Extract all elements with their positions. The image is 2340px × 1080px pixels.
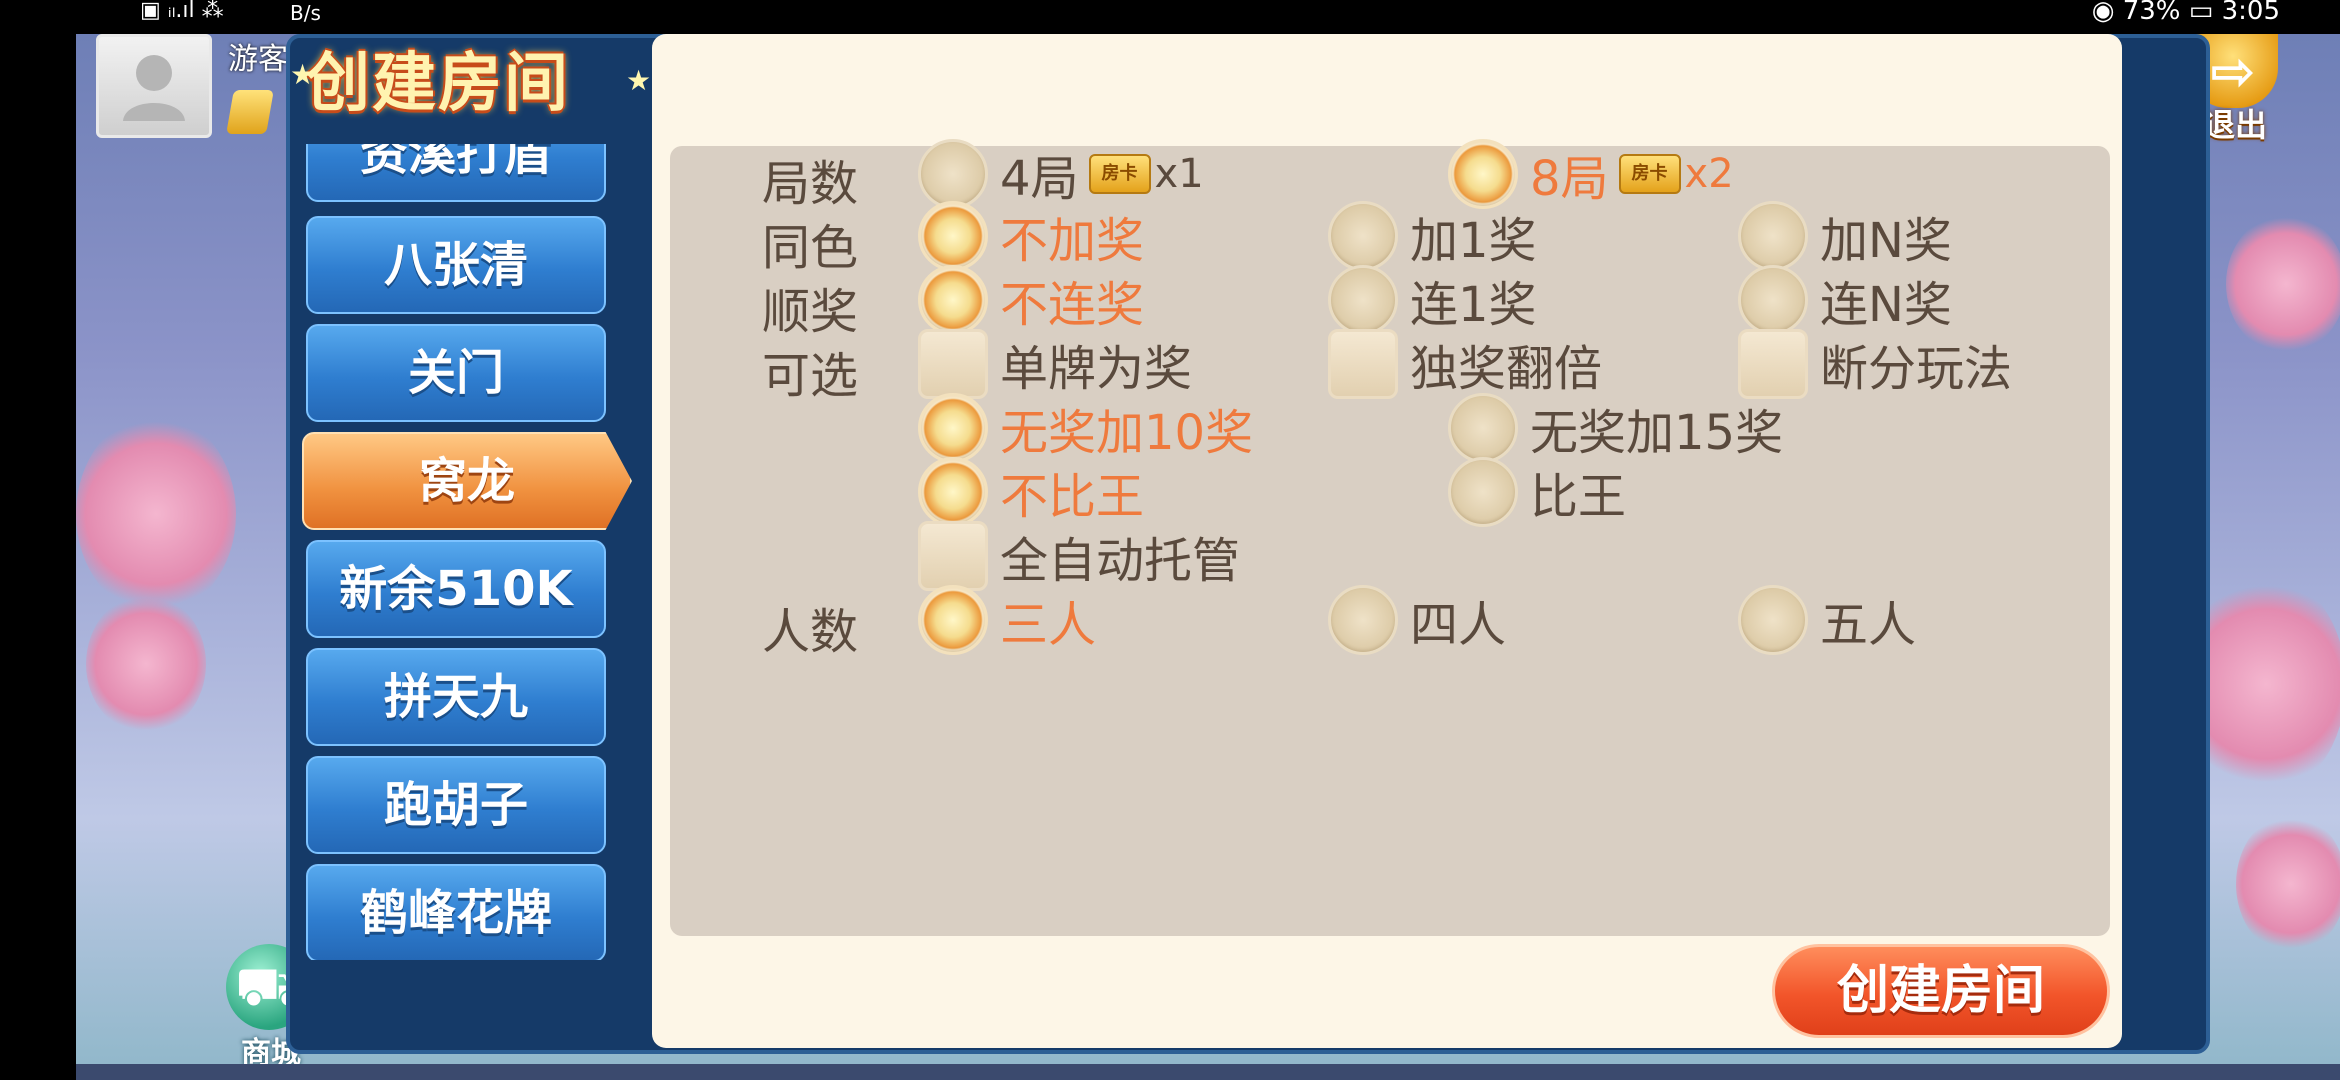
option-label: 不比王 xyxy=(1000,469,1145,525)
game-list[interactable]: 资溪打盾 八张清 关门 窝龙 新余510K 拼天九 跑胡子 鹤峰花牌 xyxy=(286,144,658,960)
checkbox[interactable] xyxy=(918,521,988,591)
same-color-option[interactable]: 加1奖 xyxy=(1328,200,1537,272)
same-color-option[interactable]: 加N奖 xyxy=(1738,200,1952,272)
option-label: 五人 xyxy=(1820,597,1917,653)
option-label: 四人 xyxy=(1410,597,1507,653)
gold-badge-icon[interactable] xyxy=(226,90,274,134)
players-option[interactable]: 五人 xyxy=(1738,584,1916,656)
radio-button[interactable] xyxy=(918,139,988,209)
blossom-decoration xyxy=(76,414,236,614)
radio-button[interactable] xyxy=(1448,457,1518,527)
row-label-straight: 顺奖 xyxy=(762,284,859,340)
optional-checkbox[interactable]: 断分玩法 xyxy=(1738,328,2012,400)
radio-button-selected[interactable] xyxy=(918,265,988,335)
room-card-icon: 房卡 xyxy=(1088,154,1151,194)
option-label: 独奖翻倍 xyxy=(1410,341,1603,397)
create-room-dialog: 资溪打盾 八张清 关门 窝龙 新余510K 拼天九 跑胡子 鹤峰花牌 创建房间 … xyxy=(286,34,2210,1054)
option-label: 全自动托管 xyxy=(1000,533,1241,589)
option-label: 无奖加10奖 xyxy=(1000,405,1254,461)
straight-option[interactable]: 不连奖 xyxy=(918,264,1144,336)
option-label: 不加奖 xyxy=(1000,213,1145,269)
king-option[interactable]: 比王 xyxy=(1448,456,1626,528)
game-tab-active[interactable]: 窝龙 xyxy=(302,432,632,530)
players-option[interactable]: 四人 xyxy=(1328,584,1506,656)
radio-button[interactable] xyxy=(1738,585,1808,655)
no-bonus-option[interactable]: 无奖加15奖 xyxy=(1448,392,1783,464)
game-tab[interactable]: 鹤峰花牌 xyxy=(306,864,606,960)
star-icon: ★ xyxy=(626,64,652,97)
option-label: 不连奖 xyxy=(1000,277,1145,333)
optional-checkbox[interactable]: 单牌为奖 xyxy=(918,328,1192,400)
auto-hosting-checkbox[interactable]: 全自动托管 xyxy=(918,520,1240,592)
straight-option[interactable]: 连N奖 xyxy=(1738,264,1952,336)
bottom-nav-strip xyxy=(76,1064,2340,1080)
game-screen: 游客 ⛟ 商城 ✕ ⇨ 退出 资溪打盾 八张清 关门 窝龙 新余510K 拼天九… xyxy=(76,34,2340,1080)
optional-checkbox[interactable]: 独奖翻倍 xyxy=(1328,328,1602,400)
radio-button-selected[interactable] xyxy=(918,457,988,527)
game-tab[interactable]: 跑胡子 xyxy=(306,756,606,854)
radio-button[interactable] xyxy=(1738,201,1808,271)
option-label: 加1奖 xyxy=(1410,213,1537,269)
checkbox[interactable] xyxy=(1328,329,1398,399)
option-label: 4局 xyxy=(1000,151,1079,207)
option-label: 8局 xyxy=(1530,151,1609,207)
king-option[interactable]: 不比王 xyxy=(918,456,1144,528)
status-right: ◉ 73% ▭ 3:05 xyxy=(2091,0,2280,26)
blossom-decoration xyxy=(2226,214,2340,354)
game-tab[interactable]: 新余510K xyxy=(306,540,606,638)
no-bonus-option[interactable]: 无奖加10奖 xyxy=(918,392,1253,464)
game-tab[interactable]: 八张清 xyxy=(306,216,606,314)
blossom-decoration xyxy=(2236,814,2340,954)
row-label-rounds: 局数 xyxy=(762,156,859,212)
options-panel: 局数 4局 房卡 x1 8局 房卡 x2 同色 不加奖 加1奖 加N奖 顺奖 不… xyxy=(652,34,2122,1048)
card-multiplier: x2 xyxy=(1684,151,1734,197)
guest-label: 游客 xyxy=(228,42,288,77)
game-tab[interactable]: 资溪打盾 xyxy=(306,144,606,202)
option-label: 断分玩法 xyxy=(1820,341,2013,397)
row-label-same-color: 同色 xyxy=(762,220,859,276)
card-multiplier: x1 xyxy=(1154,151,1204,197)
checkbox[interactable] xyxy=(918,329,988,399)
players-option[interactable]: 三人 xyxy=(918,584,1096,656)
radio-button-selected[interactable] xyxy=(918,585,988,655)
row-label-players: 人数 xyxy=(762,604,859,660)
radio-button[interactable] xyxy=(1328,265,1398,335)
radio-button-selected[interactable] xyxy=(918,201,988,271)
radio-button[interactable] xyxy=(1328,201,1398,271)
option-label: 单牌为奖 xyxy=(1000,341,1193,397)
radio-button[interactable] xyxy=(1738,265,1808,335)
option-label: 三人 xyxy=(1000,597,1097,653)
room-card-icon: 房卡 xyxy=(1618,154,1681,194)
dialog-title: 创建房间 xyxy=(306,47,570,121)
straight-option[interactable]: 连1奖 xyxy=(1328,264,1537,336)
option-label: 加N奖 xyxy=(1820,213,1952,269)
game-tab[interactable]: 拼天九 xyxy=(306,648,606,746)
blossom-decoration xyxy=(86,594,206,734)
star-icon: ★ xyxy=(290,58,316,91)
option-label: 无奖加15奖 xyxy=(1530,405,1784,461)
net-speed: B/s xyxy=(290,1,321,25)
user-avatar-icon xyxy=(123,55,185,121)
option-label: 比王 xyxy=(1530,469,1627,525)
game-tab[interactable]: 关门 xyxy=(306,324,606,422)
radio-button-selected[interactable] xyxy=(918,393,988,463)
radio-button-selected[interactable] xyxy=(1448,139,1518,209)
checkbox[interactable] xyxy=(1738,329,1808,399)
create-room-button[interactable]: 创建房间 xyxy=(1772,944,2110,1038)
status-left: ▣ ᵢₗ.ıl ⁂ B/s xyxy=(140,0,321,24)
radio-button[interactable] xyxy=(1448,393,1518,463)
options-box: 局数 4局 房卡 x1 8局 房卡 x2 同色 不加奖 加1奖 加N奖 顺奖 不… xyxy=(670,139,2110,936)
user-avatar[interactable] xyxy=(96,34,212,138)
row-label-optional: 可选 xyxy=(762,348,859,404)
option-label: 连1奖 xyxy=(1410,277,1537,333)
status-bar: ▣ ᵢₗ.ıl ⁂ B/s ◉ 73% ▭ 3:05 xyxy=(0,0,2340,34)
same-color-option[interactable]: 不加奖 xyxy=(918,200,1144,272)
radio-button[interactable] xyxy=(1328,585,1398,655)
option-label: 连N奖 xyxy=(1820,277,1952,333)
network-indicators: ▣ ᵢₗ.ıl ⁂ xyxy=(140,0,224,23)
